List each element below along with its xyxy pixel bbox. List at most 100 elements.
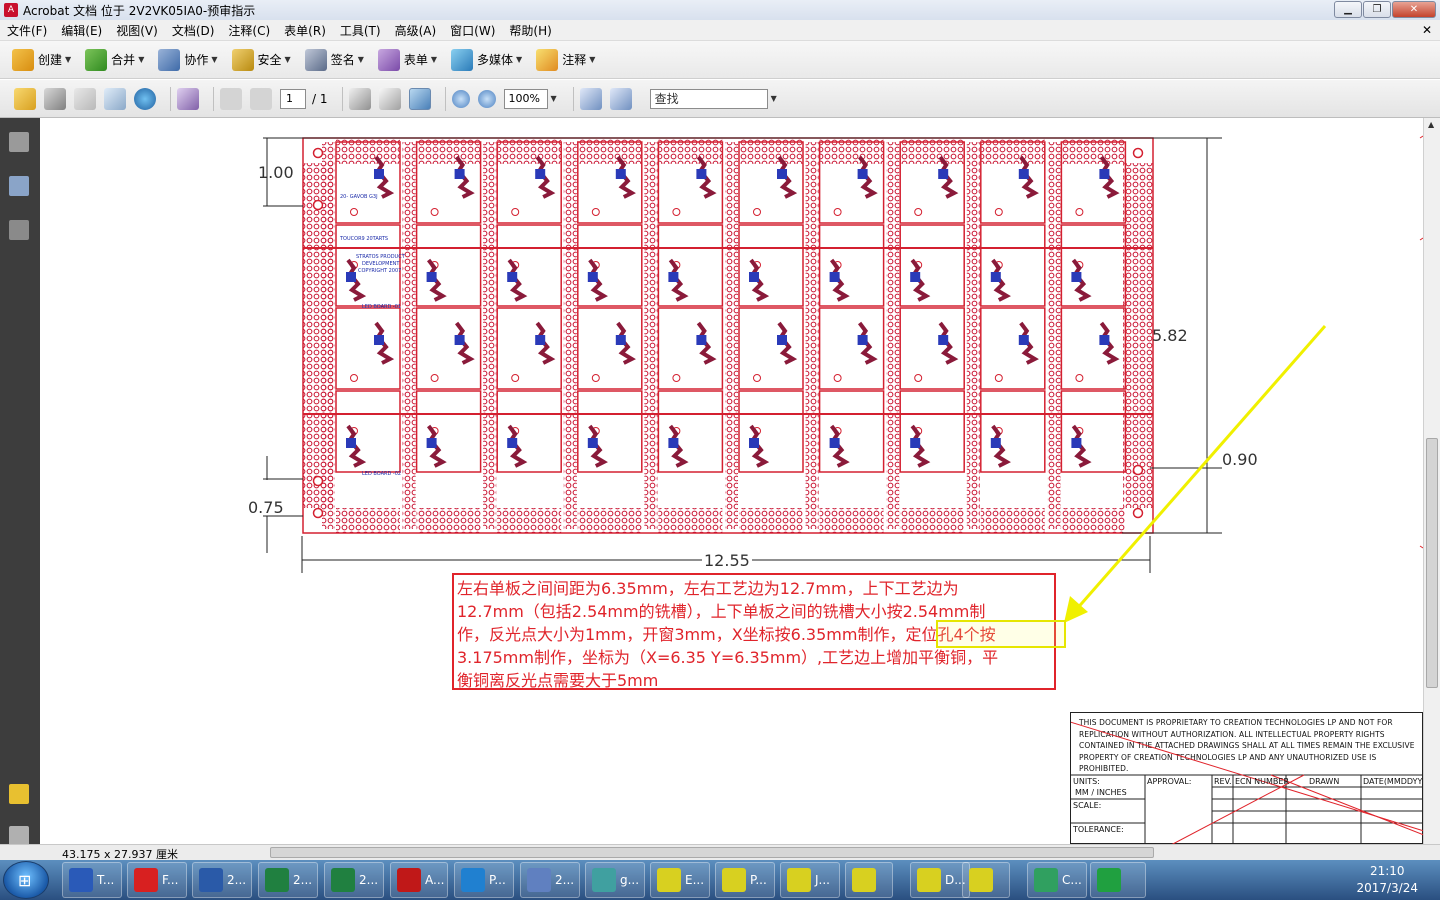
sign-button[interactable]: 签名 ▼ (304, 48, 364, 71)
taskbar-item[interactable]: P... (715, 862, 775, 898)
word-icon (199, 868, 223, 892)
taskbar-item[interactable]: F... (127, 862, 187, 898)
dim-label-right-lower: 0.90 (1222, 450, 1258, 469)
taskbar-item[interactable]: A... (390, 862, 448, 898)
component-pad (990, 272, 1001, 282)
tooling-hole (1132, 464, 1144, 476)
scale-label: SCALE: (1073, 801, 1102, 810)
dim-label-top-left: 1.00 (258, 163, 294, 182)
taskbar-item[interactable]: T... (62, 862, 122, 898)
secure-button[interactable]: 安全 ▼ (231, 48, 291, 71)
bottom-strip (416, 508, 481, 533)
taskbar-item-label: C... (1062, 873, 1082, 887)
component-pad (535, 169, 546, 179)
fit-width-icon[interactable] (579, 87, 602, 110)
component-pad (426, 272, 437, 282)
menu-advanced[interactable]: 高级(A) (388, 22, 444, 39)
clock[interactable]: 21:10 2017/3/24 (1356, 863, 1418, 897)
menu-file[interactable]: 文件(F) (0, 22, 54, 39)
taskbar-item[interactable] (1090, 862, 1146, 898)
open-folder-icon[interactable] (14, 87, 36, 110)
rev-label: REV. (1214, 777, 1232, 786)
taskbar-item[interactable]: E... (650, 862, 710, 898)
attachments-icon[interactable] (9, 826, 29, 846)
collaborate-icon (158, 48, 181, 71)
menu-tools[interactable]: 工具(T) (333, 22, 388, 39)
menu-help[interactable]: 帮助(H) (502, 22, 558, 39)
milling-slot (483, 142, 497, 529)
scroll-thumb[interactable] (1426, 438, 1438, 688)
horizontal-scrollbar[interactable] (270, 847, 1154, 858)
select-tool-icon[interactable] (348, 87, 371, 110)
right-rail (1123, 163, 1153, 508)
pdf-icon: A (4, 3, 18, 17)
component-pad (696, 335, 707, 345)
menu-forms[interactable]: 表单(R) (277, 22, 333, 39)
zoom-in-icon[interactable] (477, 89, 496, 108)
close-document-icon[interactable]: ✕ (1422, 23, 1432, 37)
taskbar-item[interactable]: C... (1027, 862, 1087, 898)
menu-view[interactable]: 视图(V) (109, 22, 165, 39)
globe-icon[interactable] (134, 87, 156, 110)
maximize-button[interactable]: ❐ (1363, 1, 1391, 18)
pages-icon[interactable] (9, 132, 29, 152)
component-pad (749, 438, 759, 448)
clock-date: 2017/3/24 (1356, 881, 1418, 895)
email-icon[interactable] (104, 87, 126, 110)
toolbar-separator (572, 86, 574, 111)
start-button[interactable]: ⊞ (3, 861, 49, 899)
forms-button[interactable]: 表单 ▼ (377, 48, 437, 71)
taskbar-item[interactable]: g... (585, 862, 645, 898)
scroll-up-icon[interactable]: ▲ (1428, 120, 1434, 129)
zoom-tool-icon[interactable] (408, 87, 431, 110)
document-properties-icon[interactable] (177, 87, 199, 110)
tooling-hole (312, 507, 324, 519)
foxit-icon (134, 868, 158, 892)
zoom-level-input[interactable]: 100% (503, 88, 548, 109)
taskbar-item[interactable]: D... (910, 862, 970, 898)
comment-button[interactable]: 注释 ▼ (536, 48, 595, 71)
taskbar-item[interactable]: P... (454, 862, 514, 898)
windows-logo-icon: ⊞ (18, 871, 32, 890)
save-icon[interactable] (74, 87, 96, 110)
taskbar-item[interactable] (845, 862, 893, 898)
page-number-input[interactable]: 1 (280, 88, 306, 109)
taskbar-item[interactable] (962, 862, 1010, 898)
bookmarks-icon[interactable] (9, 176, 29, 196)
milling-slot (402, 142, 416, 529)
taskbar-item[interactable]: J... (780, 862, 840, 898)
search-input[interactable]: 查找 (649, 88, 768, 109)
comments-panel-icon[interactable] (9, 784, 29, 804)
board-text-led-a: LED BOARD -01 (362, 304, 402, 310)
signatures-icon[interactable] (9, 220, 29, 240)
component-pad (615, 169, 626, 179)
close-button[interactable]: ✕ (1392, 1, 1436, 18)
taskbar-item[interactable]: 2... (520, 862, 580, 898)
previous-page-icon[interactable] (220, 87, 242, 110)
create-icon (12, 48, 34, 71)
menu-document[interactable]: 文档(D) (165, 22, 222, 39)
search-dropdown-icon[interactable]: ▼ (771, 94, 777, 103)
zoom-out-icon[interactable] (451, 89, 470, 108)
excel-icon (331, 868, 355, 892)
taskbar-item[interactable]: 2... (258, 862, 318, 898)
menu-edit[interactable]: 编辑(E) (54, 22, 109, 39)
next-page-icon[interactable] (250, 87, 272, 110)
multimedia-button[interactable]: 多媒体 ▼ (451, 48, 522, 71)
minimize-button[interactable]: ▁ (1334, 1, 1362, 18)
combine-button[interactable]: 合并 ▼ (85, 48, 144, 71)
taskbar-item-label: 2... (359, 873, 379, 887)
menu-window[interactable]: 窗口(W) (443, 22, 502, 39)
zoom-dropdown-icon[interactable]: ▼ (551, 94, 557, 103)
taskbar-item[interactable]: 2... (192, 862, 252, 898)
component-pad (668, 272, 679, 282)
collaborate-button[interactable]: 协作 ▼ (158, 48, 218, 71)
taskbar-item[interactable]: 2... (324, 862, 384, 898)
vertical-scrollbar[interactable]: ▲ (1423, 118, 1440, 844)
hand-tool-icon[interactable] (378, 87, 401, 110)
pen-icon (304, 48, 327, 71)
menu-comments[interactable]: 注释(C) (221, 22, 277, 39)
create-button[interactable]: 创建 ▼ (12, 48, 71, 71)
print-icon[interactable] (44, 87, 66, 110)
fit-page-icon[interactable] (609, 87, 632, 110)
